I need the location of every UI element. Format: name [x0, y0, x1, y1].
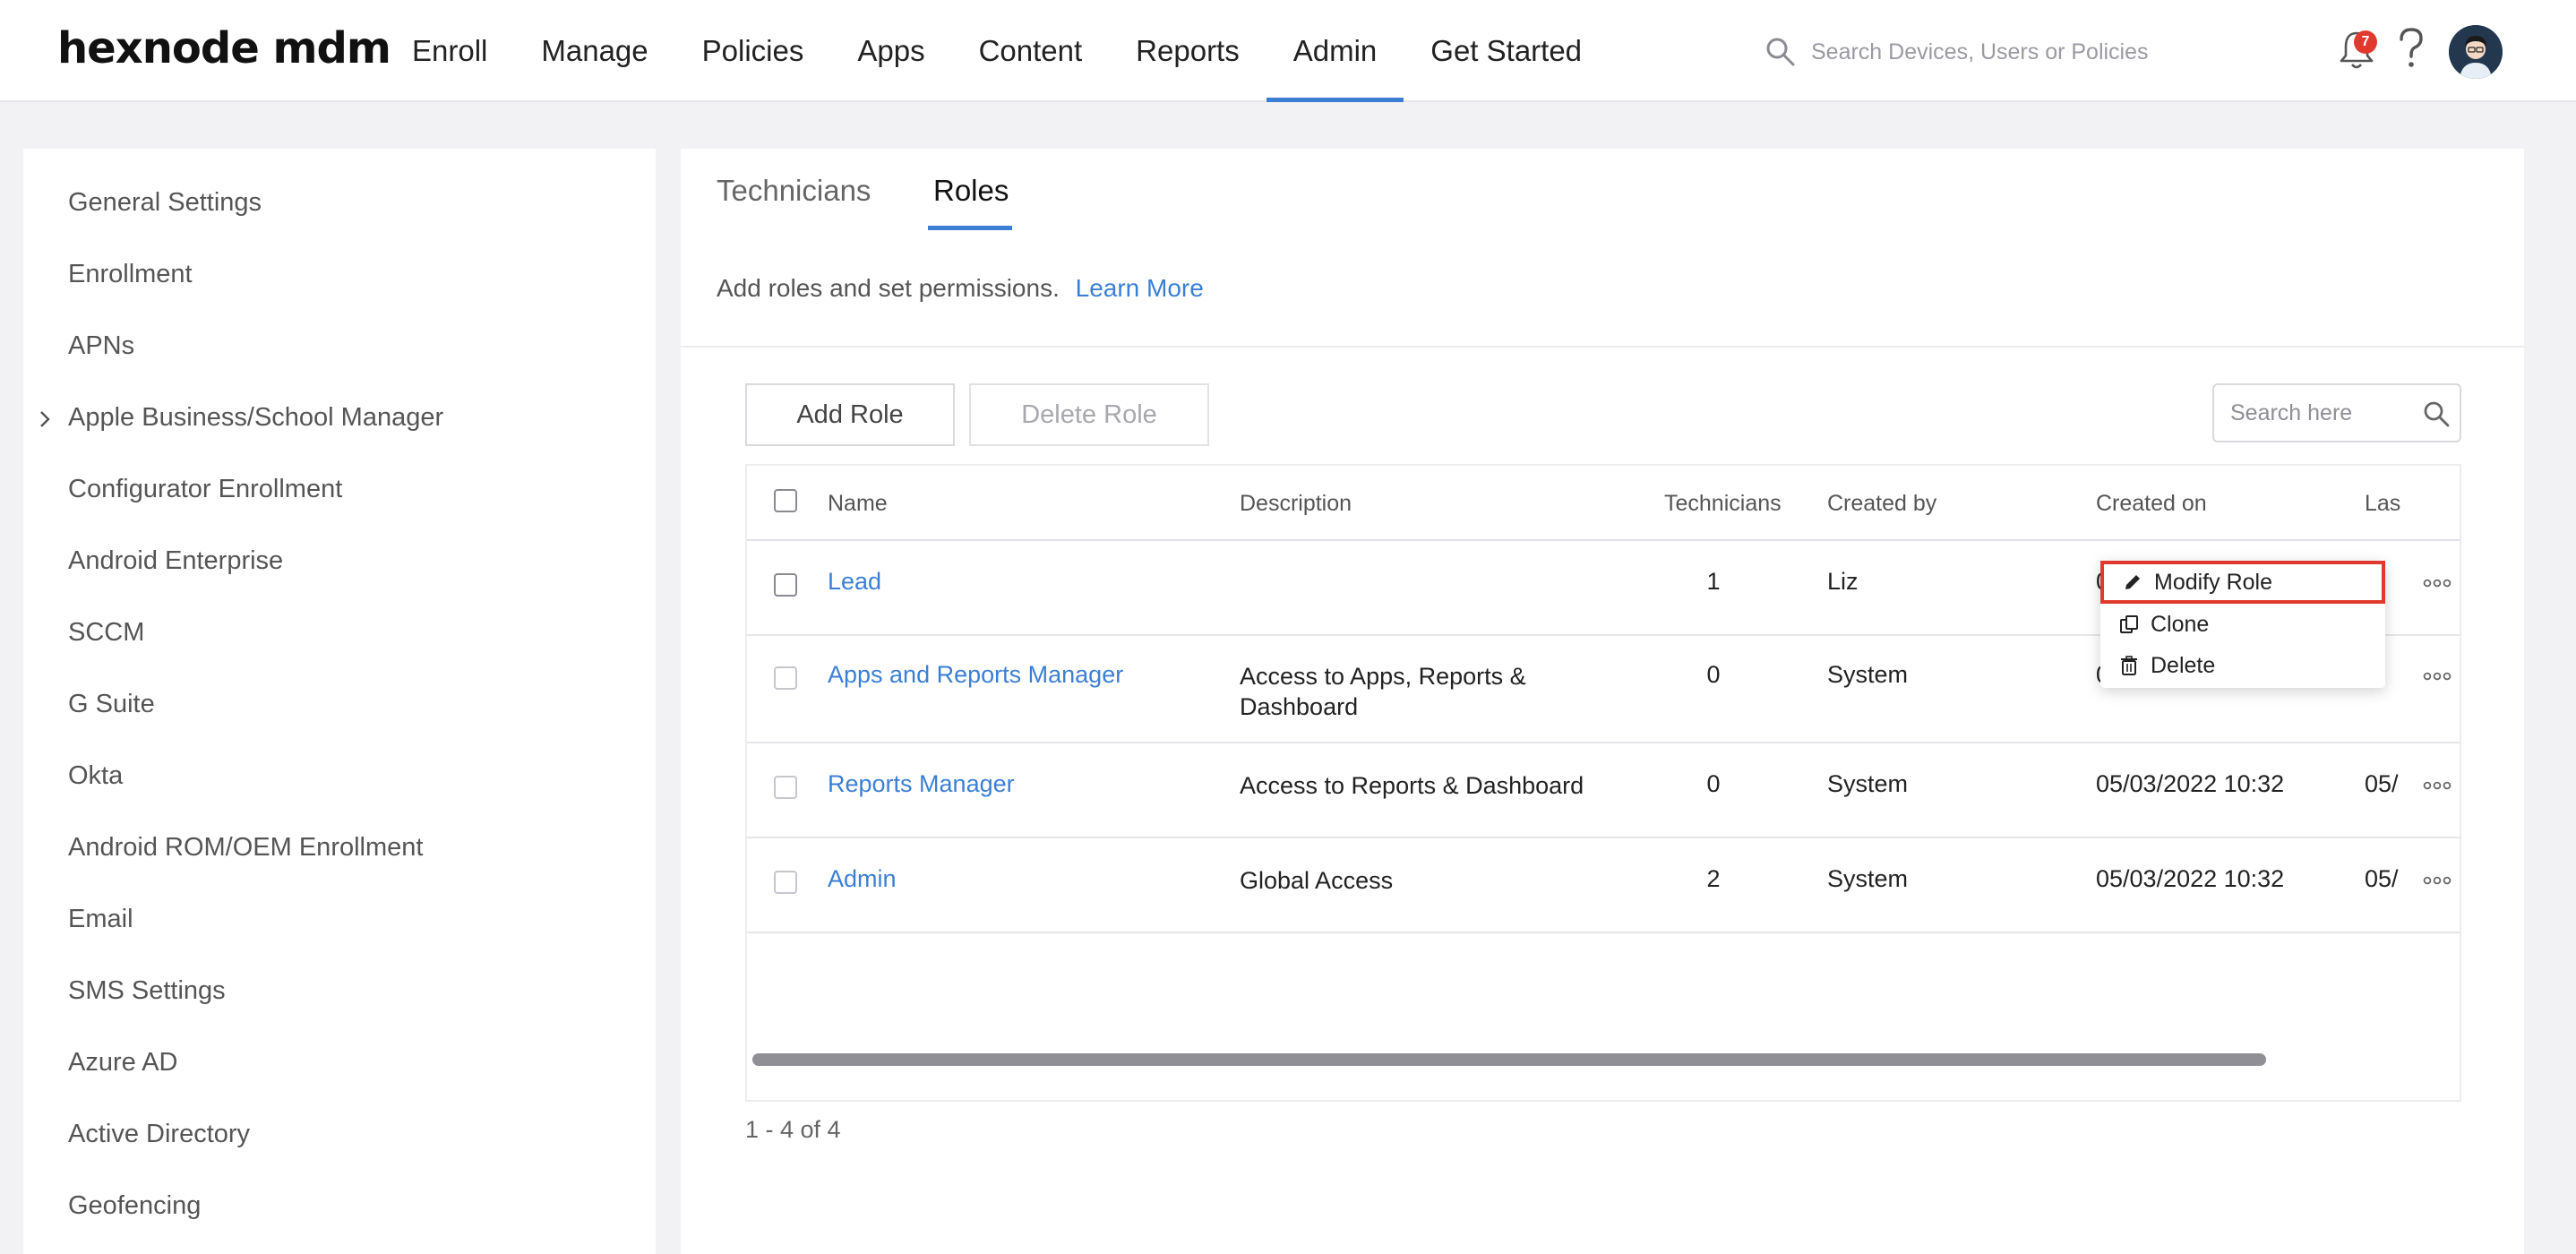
help-icon[interactable] — [2393, 25, 2429, 72]
nav-reports[interactable]: Reports — [1109, 0, 1267, 102]
divider — [681, 346, 2524, 348]
sidebar-item-android-enterprise[interactable]: Android Enterprise — [68, 546, 283, 576]
role-created-by: System — [1827, 865, 1909, 892]
sidebar-item-apple-business-manager[interactable]: Apple Business/School Manager — [68, 403, 443, 433]
role-technicians: 0 — [1706, 661, 1721, 688]
row-checkbox[interactable] — [774, 573, 797, 597]
role-last-modified: 05/ — [2365, 770, 2399, 797]
table-search-input[interactable] — [2230, 396, 2409, 430]
role-description: Access to Reports & Dashboard — [1240, 772, 1584, 799]
sidebar-item-okta[interactable]: Okta — [68, 761, 123, 791]
role-technicians: 2 — [1706, 865, 1721, 892]
column-header-last-modified[interactable]: Las — [2365, 491, 2400, 517]
table-row[interactable]: Admin Global Access 2 System 05/03/2022 … — [747, 838, 2460, 933]
sidebar-item-configurator-enrollment[interactable]: Configurator Enrollment — [68, 475, 342, 504]
role-created-on: 05/03/2022 10:32 — [2096, 770, 2285, 797]
sidebar-item-apns[interactable]: APNs — [68, 331, 134, 361]
main-nav: Enroll Manage Policies Apps Content Repo… — [385, 0, 1609, 102]
role-name-link[interactable]: Admin — [828, 865, 897, 893]
sidebar-item-email[interactable]: Email — [68, 905, 133, 934]
role-last-modified: 05/ — [2365, 865, 2399, 892]
pagination-info: 1 - 4 of 4 — [745, 1116, 841, 1143]
more-options-icon[interactable] — [2422, 874, 2452, 887]
nav-get-started[interactable]: Get Started — [1404, 0, 1609, 102]
role-created-by: System — [1827, 661, 1909, 688]
role-technicians: 0 — [1706, 770, 1721, 797]
role-name-link[interactable]: Lead — [828, 568, 881, 596]
role-name-link[interactable]: Reports Manager — [828, 770, 1015, 798]
chevron-right-icon[interactable] — [36, 408, 54, 430]
row-checkbox[interactable] — [774, 871, 797, 894]
role-created-by: System — [1827, 770, 1909, 797]
sidebar-item-android-rom-oem[interactable]: Android ROM/OEM Enrollment — [68, 833, 423, 863]
roles-panel: Technicians Roles Add roles and set perm… — [681, 149, 2524, 1254]
table-header: Name Description Technicians Created by … — [747, 466, 2460, 541]
select-all-checkbox[interactable] — [774, 489, 797, 512]
sidebar-item-geofencing[interactable]: Geofencing — [68, 1191, 201, 1221]
role-created-by: Liz — [1827, 568, 1859, 595]
menu-item-label: Clone — [2151, 611, 2210, 637]
nav-apps[interactable]: Apps — [830, 0, 951, 102]
sidebar-item-g-suite[interactable]: G Suite — [68, 690, 155, 719]
column-header-name[interactable]: Name — [828, 491, 888, 517]
row-context-menu: Modify Role Clone Delete — [2100, 561, 2385, 688]
trash-icon — [2121, 656, 2137, 675]
column-header-technicians[interactable]: Technicians — [1664, 491, 1782, 517]
menu-item-label: Modify Role — [2154, 569, 2272, 595]
nav-content[interactable]: Content — [952, 0, 1110, 102]
clone-icon — [2120, 615, 2138, 633]
row-checkbox[interactable] — [774, 776, 797, 799]
notification-badge: 7 — [2354, 30, 2377, 54]
global-search-input[interactable] — [1811, 34, 2205, 70]
roles-description: Add roles and set permissions. Learn Mor… — [717, 274, 1204, 303]
nav-manage[interactable]: Manage — [514, 0, 674, 102]
tab-roles[interactable]: Roles — [933, 174, 1009, 208]
role-description: Global Access — [1240, 867, 1394, 894]
horizontal-scrollbar[interactable] — [752, 1053, 2266, 1066]
logo[interactable]: hexnode mdm — [57, 23, 391, 73]
table-row[interactable]: Reports Manager Access to Reports & Dash… — [747, 743, 2460, 838]
column-header-created-by[interactable]: Created by — [1827, 491, 1936, 517]
roles-description-text: Add roles and set permissions. — [717, 274, 1060, 302]
sidebar-item-azure-ad[interactable]: Azure AD — [68, 1048, 178, 1078]
global-search — [1765, 34, 2212, 70]
active-tab-indicator — [928, 226, 1012, 230]
learn-more-link[interactable]: Learn More — [1076, 274, 1204, 302]
nav-enroll[interactable]: Enroll — [385, 0, 514, 102]
nav-admin[interactable]: Admin — [1266, 0, 1404, 102]
menu-item-delete[interactable]: Delete — [2100, 645, 2385, 686]
role-created-on: 05/03/2022 10:32 — [2096, 865, 2285, 892]
tab-technicians[interactable]: Technicians — [717, 174, 871, 208]
sidebar-item-sccm[interactable]: SCCM — [68, 618, 144, 648]
search-icon[interactable] — [2422, 399, 2451, 428]
pencil-icon — [2125, 575, 2140, 589]
sidebar-item-enrollment[interactable]: Enrollment — [68, 260, 193, 289]
menu-item-clone[interactable]: Clone — [2100, 604, 2385, 645]
column-header-created-on[interactable]: Created on — [2096, 491, 2207, 517]
sidebar-item-sms-settings[interactable]: SMS Settings — [68, 976, 226, 1006]
table-search — [2212, 383, 2461, 442]
role-name-link[interactable]: Apps and Reports Manager — [828, 661, 1123, 689]
column-header-description[interactable]: Description — [1240, 491, 1352, 517]
sidebar-item-general-settings[interactable]: General Settings — [68, 188, 262, 218]
search-icon[interactable] — [1765, 36, 1797, 68]
menu-item-modify-role[interactable]: Modify Role — [2100, 561, 2385, 604]
user-avatar-icon — [2449, 25, 2503, 79]
menu-item-label: Delete — [2151, 652, 2216, 678]
role-description: Access to Apps, Reports & Dashboard — [1240, 663, 1526, 720]
top-bar: hexnode mdm Enroll Manage Policies Apps … — [0, 0, 2576, 102]
delete-role-button[interactable]: Delete Role — [969, 383, 1209, 446]
more-options-icon[interactable] — [2422, 670, 2452, 683]
row-checkbox[interactable] — [774, 666, 797, 690]
more-options-icon[interactable] — [2422, 577, 2452, 589]
nav-policies[interactable]: Policies — [675, 0, 831, 102]
avatar[interactable] — [2449, 25, 2503, 79]
roles-table: Name Description Technicians Created by … — [745, 464, 2461, 1102]
role-technicians: 1 — [1706, 568, 1721, 595]
add-role-button[interactable]: Add Role — [745, 383, 955, 446]
sidebar-item-active-directory[interactable]: Active Directory — [68, 1120, 250, 1149]
more-options-icon[interactable] — [2422, 779, 2452, 792]
admin-sidebar: General Settings Enrollment APNs Apple B… — [23, 149, 656, 1254]
